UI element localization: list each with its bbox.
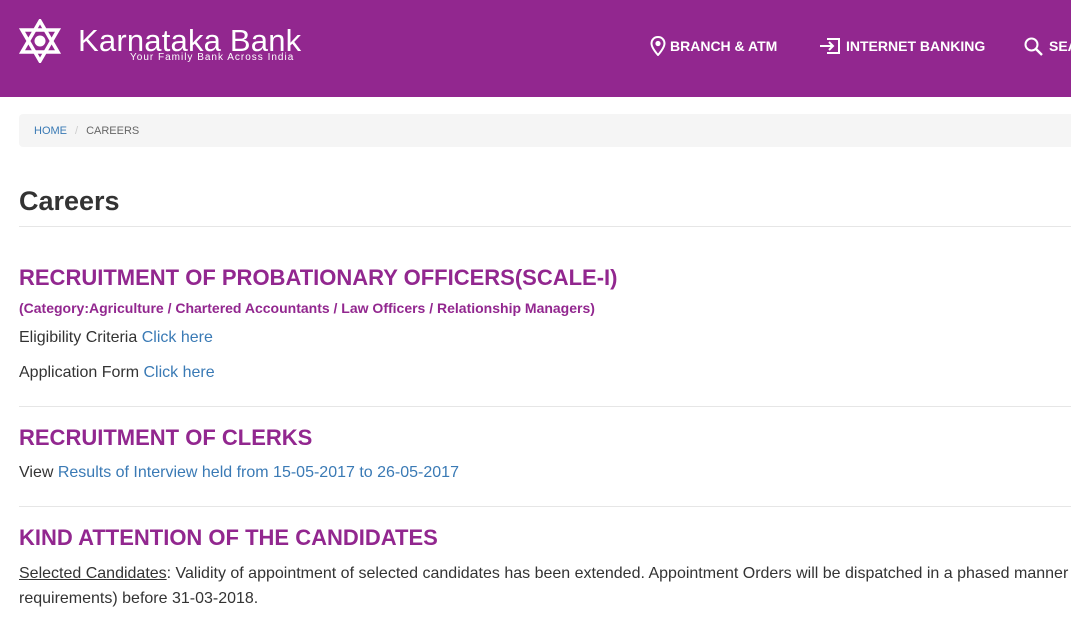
po-section-title: RECRUITMENT OF PROBATIONARY OFFICERS(SCA… bbox=[19, 265, 618, 290]
po-application-label: Application Form bbox=[19, 364, 144, 381]
breadcrumb-separator: / bbox=[75, 124, 79, 137]
attention-section-title: KIND ATTENTION OF THE CANDIDATES bbox=[19, 525, 438, 550]
page-title: Careers bbox=[19, 186, 120, 216]
po-eligibility-link[interactable]: Click here bbox=[142, 329, 213, 346]
attention-text-2: requirements) before 31-03-2018. bbox=[19, 590, 259, 607]
divider bbox=[19, 406, 1071, 407]
po-eligibility-line: Eligibility Criteria Click here bbox=[19, 327, 213, 349]
attention-text-line-1: Selected Candidates: Validity of appoint… bbox=[19, 561, 1071, 586]
po-application-link[interactable]: Click here bbox=[144, 364, 215, 381]
site-header: Karnataka Bank Your Family Bank Across I… bbox=[0, 0, 1071, 97]
po-application-line: Application Form Click here bbox=[19, 362, 215, 384]
nav-branch-atm[interactable]: BRANCH & ATM bbox=[650, 34, 777, 58]
breadcrumb-current: CAREERS bbox=[86, 124, 140, 137]
breadcrumb: HOME / CAREERS bbox=[19, 114, 1071, 147]
nav-internet-banking[interactable]: INTERNET BANKING bbox=[818, 34, 985, 58]
po-section-subtitle: (Category:Agriculture / Chartered Accoun… bbox=[19, 300, 595, 316]
divider bbox=[19, 506, 1071, 507]
attention-text-1: : Validity of appointment of selected ca… bbox=[166, 565, 1069, 582]
search-icon bbox=[1024, 37, 1043, 56]
map-pin-icon bbox=[650, 36, 666, 56]
star-of-david-logo-icon[interactable] bbox=[18, 19, 62, 63]
selected-candidates-label: Selected Candidates bbox=[19, 565, 167, 582]
po-eligibility-label: Eligibility Criteria bbox=[19, 329, 142, 346]
attention-text-line-2: requirements) before 31-03-2018. bbox=[19, 586, 1071, 611]
clerks-results-link[interactable]: Results of Interview held from 15-05-201… bbox=[58, 464, 459, 481]
clerks-view-label: View bbox=[19, 464, 58, 481]
nav-internet-banking-label: INTERNET BANKING bbox=[846, 38, 986, 54]
nav-branch-atm-label: BRANCH & ATM bbox=[670, 38, 778, 54]
brand-tagline: Your Family Bank Across India bbox=[130, 52, 295, 63]
nav-search-label: SEA bbox=[1049, 38, 1071, 54]
nav-search[interactable]: SEA bbox=[1023, 34, 1071, 58]
breadcrumb-home-link[interactable]: HOME bbox=[34, 125, 67, 137]
divider bbox=[19, 226, 1071, 227]
clerks-section-title: RECRUITMENT OF CLERKS bbox=[19, 425, 313, 450]
login-icon bbox=[820, 38, 840, 54]
clerks-results-line: View Results of Interview held from 15-0… bbox=[19, 462, 459, 484]
